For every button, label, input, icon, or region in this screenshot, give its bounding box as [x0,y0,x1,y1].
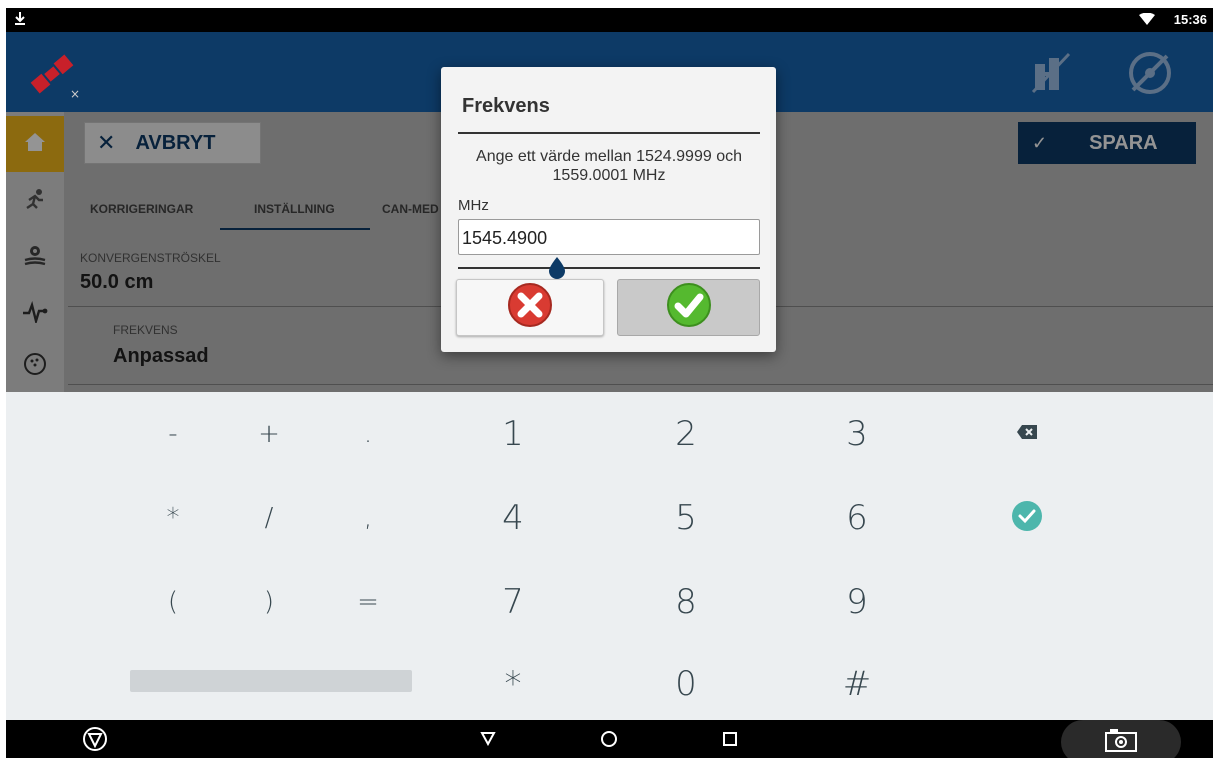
recents-icon[interactable] [722,731,738,752]
wifi-icon [1139,12,1155,28]
input-underline [458,267,760,269]
divider [68,384,1213,385]
key-open-paren[interactable]: ( [128,572,218,632]
nav-run[interactable] [6,174,64,230]
home-icon [24,132,46,157]
tab-can[interactable]: CAN-MED [382,202,439,216]
numeric-keyboard: - + . 1 2 3 * / , 4 5 6 ( ) = 7 8 9 * 0 … [6,392,1213,720]
dialog-message: Ange ett värde mellan 1524.9999 och 1559… [476,148,742,184]
side-navigation [6,112,64,392]
check-icon: ✓ [1032,132,1048,153]
red-x-icon [507,282,553,333]
runner-icon [23,188,47,217]
close-icon: ✕ [97,130,116,155]
key-asterisk[interactable]: * [128,488,218,548]
key-comma[interactable]: , [323,488,413,548]
dialog-title: Frekvens [462,95,550,117]
satellite-off-icon: × [26,48,86,105]
tablet-screen: 15:36 × ✕ AVBRYT ✓ SPARA KORRIGERINGAR I… [6,8,1213,758]
wheel-disabled-icon[interactable] [1127,50,1173,101]
save-button-label: SPARA [1089,131,1158,154]
key-minus[interactable]: - [128,404,218,464]
tab-settings[interactable]: INSTÄLLNING [254,202,335,216]
camera-icon [1104,727,1138,758]
home-button-icon[interactable] [600,730,618,753]
frequency-label: FREKVENS [113,323,178,337]
key-9[interactable]: 9 [812,572,902,632]
key-7[interactable]: 7 [468,572,558,632]
key-6[interactable]: 6 [812,488,902,548]
status-time: 15:36 [1173,12,1207,27]
green-check-icon [666,282,712,333]
dialog-cancel-button[interactable] [456,279,604,336]
unit-label: MHz [458,197,489,214]
steering-disabled-icon[interactable] [1029,50,1073,99]
nav-implement[interactable] [6,230,64,286]
spacebar[interactable] [130,670,412,692]
status-bar: 15:36 [6,8,1213,32]
key-1[interactable]: 1 [468,404,558,464]
key-3[interactable]: 3 [812,404,902,464]
dialog-title-divider [458,132,760,134]
key-slash[interactable]: / [224,488,314,548]
cancel-button[interactable]: ✕ AVBRYT [84,122,261,164]
key-hash[interactable]: # [812,654,902,714]
key-0[interactable]: 0 [641,654,731,714]
key-8[interactable]: 8 [641,572,731,632]
key-2[interactable]: 2 [641,404,731,464]
key-5[interactable]: 5 [641,488,731,548]
active-tab-indicator [220,228,370,230]
key-period[interactable]: . [323,404,413,464]
check-circle-icon [1011,500,1043,536]
nav-home[interactable] [6,116,64,172]
save-button[interactable]: ✓ SPARA [1018,122,1196,164]
dialog-ok-button[interactable] [617,279,760,336]
key-backspace[interactable] [982,404,1072,464]
tab-corrections[interactable]: KORRIGERINGAR [90,202,193,216]
nav-seed[interactable] [6,338,64,394]
seed-icon [23,352,47,381]
frequency-dialog: Frekvens Ange ett värde mellan 1524.9999… [441,67,776,352]
backspace-icon [1016,424,1038,444]
convergence-value[interactable]: 50.0 cm [80,271,153,294]
frequency-input[interactable]: 1545.4900 [458,219,760,255]
key-equals[interactable]: = [323,572,413,632]
frequency-value[interactable]: Anpassad [113,345,209,368]
svg-text:×: × [70,87,80,100]
nav-diagnostics[interactable] [6,286,64,342]
key-close-paren[interactable]: ) [224,572,314,632]
key-4[interactable]: 4 [468,488,558,548]
cancel-button-label: AVBRYT [135,131,216,154]
back-icon[interactable] [480,730,496,751]
convergence-label: KONVERGENSTRÖSKEL [80,251,221,265]
key-enter[interactable] [982,488,1072,548]
key-plus[interactable]: + [224,404,314,464]
key-star[interactable]: * [468,654,558,714]
system-nav-bar [6,720,1213,758]
download-icon [14,11,26,28]
screenshot-button[interactable] [1061,720,1181,758]
pulse-icon [22,300,48,328]
app-shortcut-icon[interactable] [82,726,108,757]
gear-field-icon [23,243,47,274]
